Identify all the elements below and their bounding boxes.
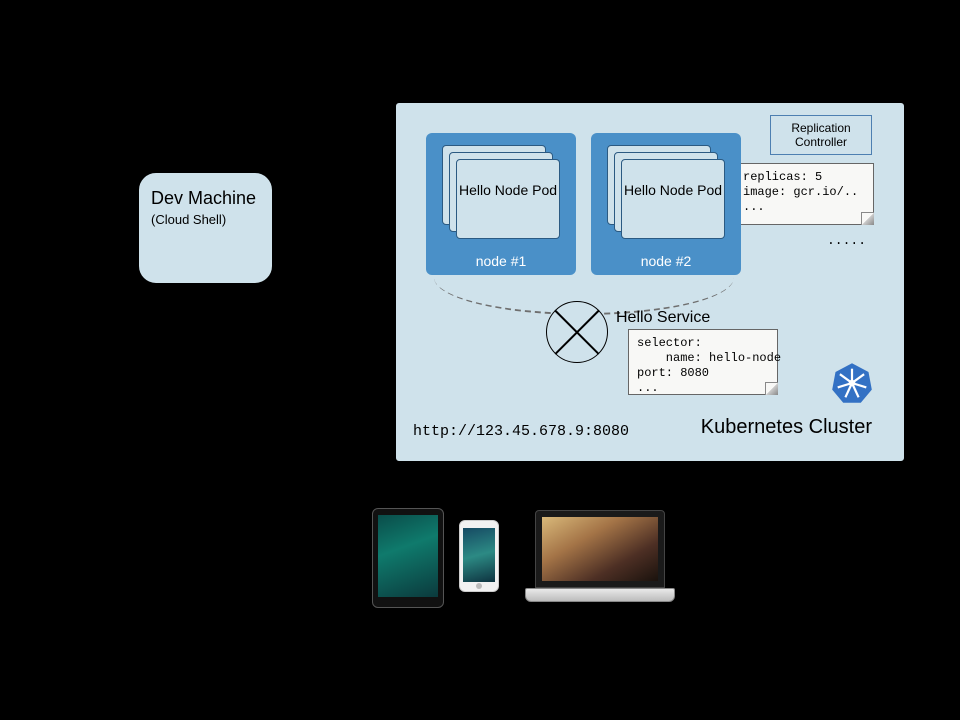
kubernetes-logo-icon <box>830 361 874 405</box>
replication-controller-box: Replication Controller <box>770 115 872 155</box>
hello-service-node <box>546 301 608 363</box>
dev-machine-subtitle: (Cloud Shell) <box>151 212 262 228</box>
phone-device-icon <box>459 520 499 592</box>
node-1-box: Hello Node Pod node #1 <box>426 133 576 275</box>
replication-controller-yaml: replicas: 5 image: gcr.io/.. ... <box>734 163 874 225</box>
cluster-title: Kubernetes Cluster <box>701 416 872 439</box>
dev-machine-box: Dev Machine (Cloud Shell) <box>138 172 273 284</box>
hello-service-yaml: selector: name: hello-node port: 8080 ..… <box>628 329 778 395</box>
kubernetes-cluster-box: Replication Controller replicas: 5 image… <box>395 102 905 462</box>
rc-ellipsis: ..... <box>827 233 866 248</box>
service-url: http://123.45.678.9:8080 <box>413 423 629 440</box>
pod-label: Hello Node Pod <box>459 182 557 198</box>
dev-machine-title: Dev Machine <box>151 187 262 210</box>
node-1-pod-stack: Hello Node Pod <box>442 145 560 241</box>
pod: Hello Node Pod <box>456 159 560 239</box>
hello-service-label: Hello Service <box>616 309 710 327</box>
pod-label: Hello Node Pod <box>624 182 722 198</box>
node-2-pod-stack: Hello Node Pod <box>607 145 725 241</box>
node-2-box: Hello Node Pod node #2 <box>591 133 741 275</box>
replication-controller-label: Replication Controller <box>791 121 850 149</box>
laptop-device-icon <box>525 510 675 608</box>
pod: Hello Node Pod <box>621 159 725 239</box>
tablet-device-icon <box>372 508 444 608</box>
